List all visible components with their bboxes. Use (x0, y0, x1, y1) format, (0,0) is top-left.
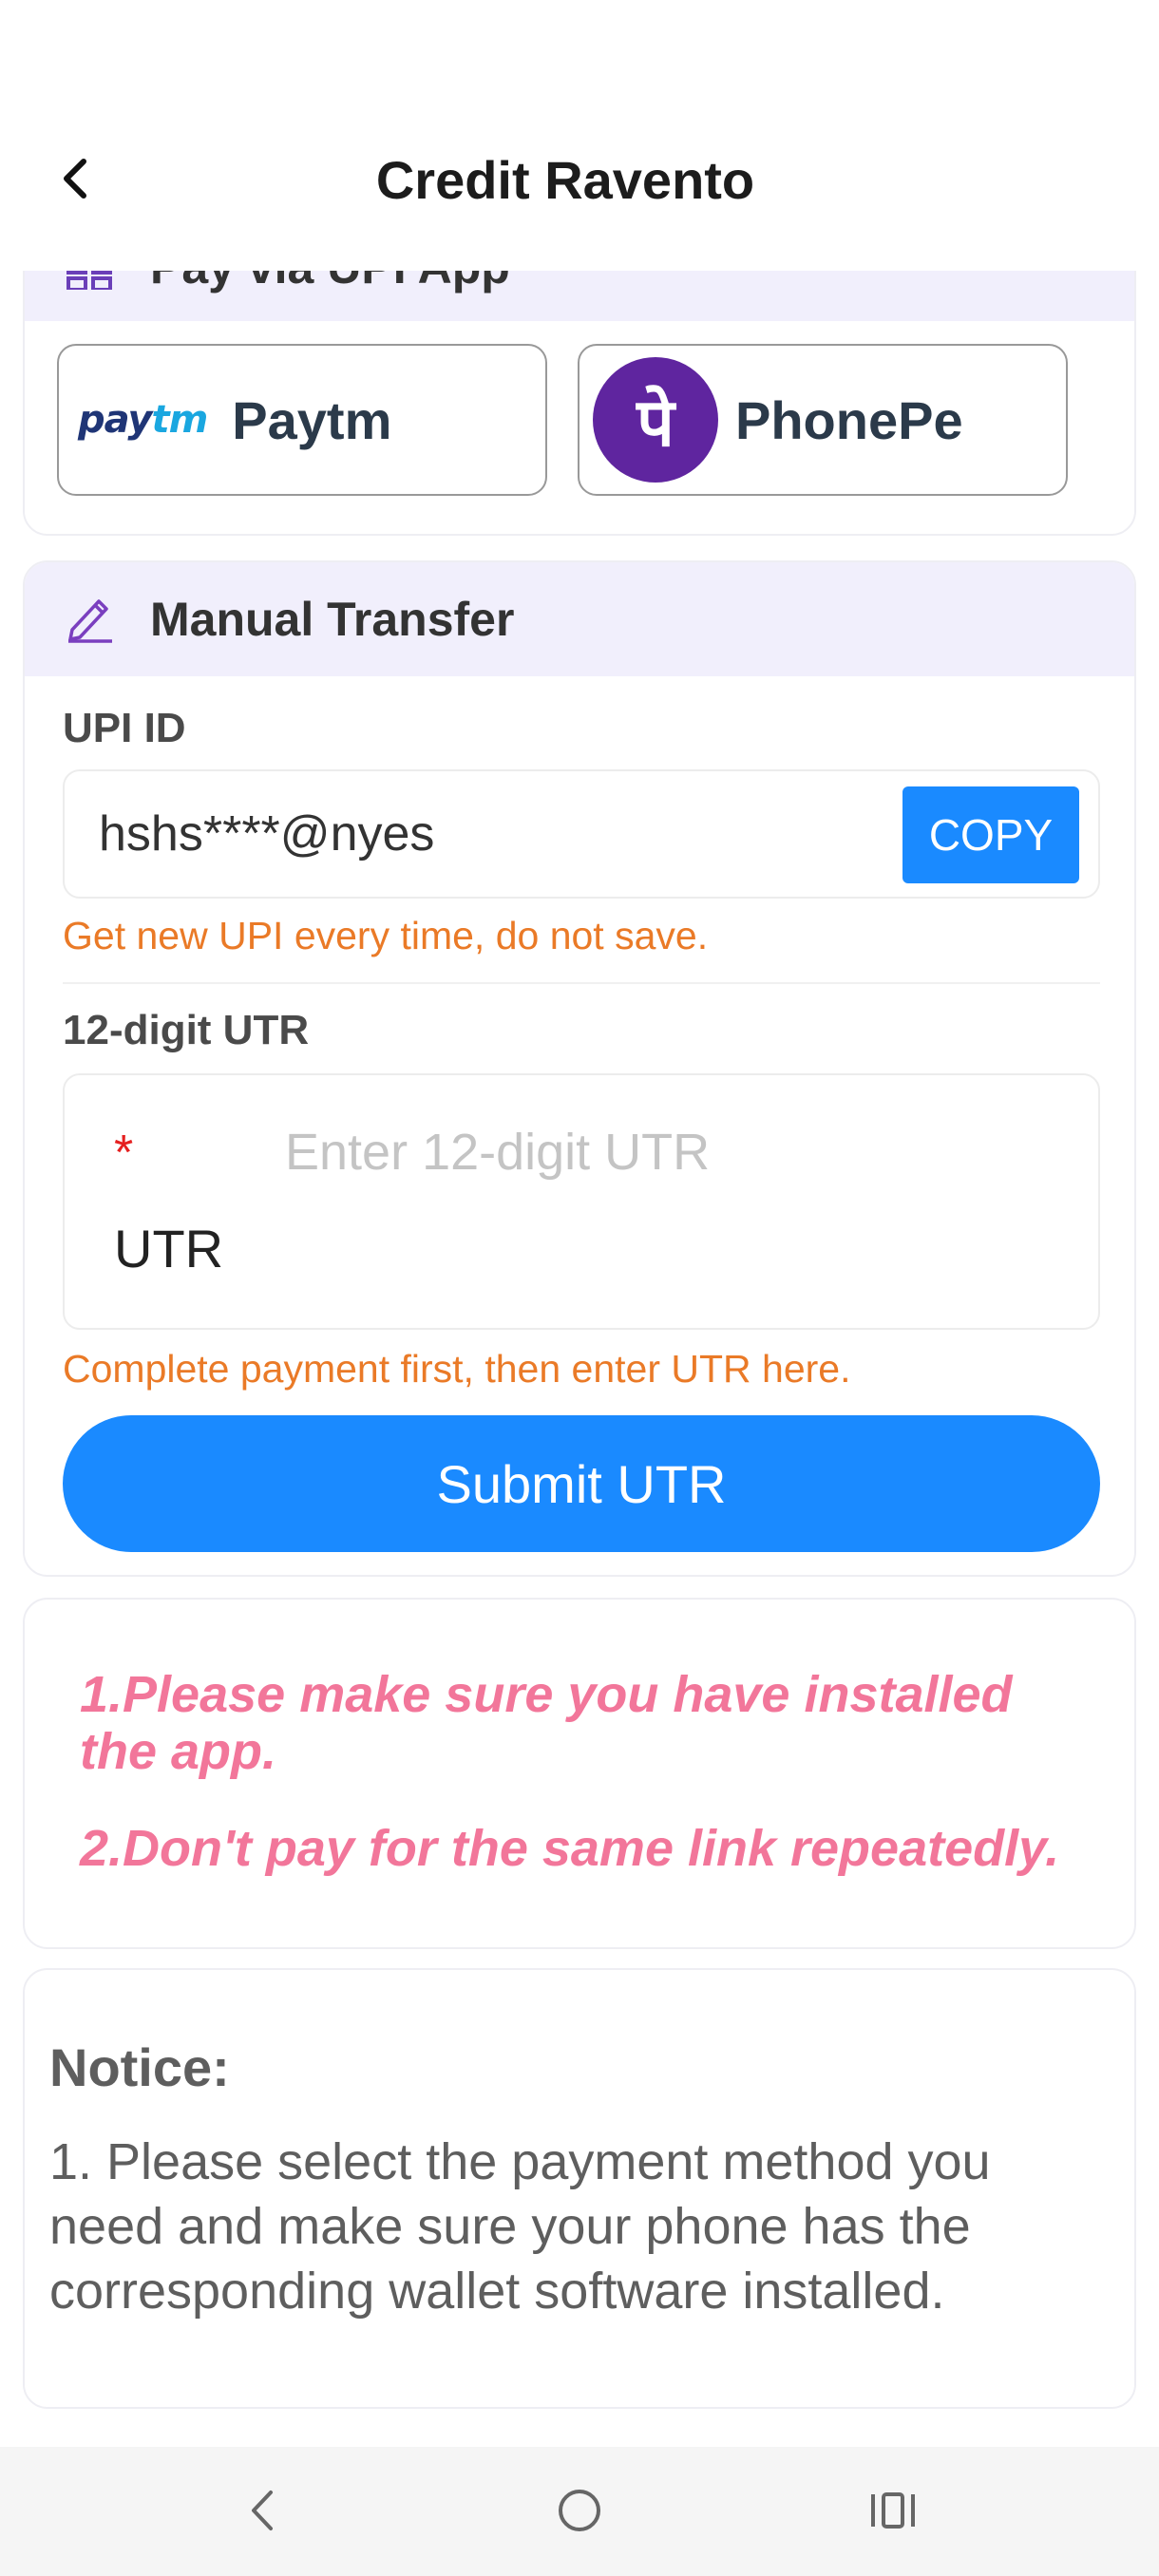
notice-title: Notice: (49, 2037, 230, 2097)
page-title: Credit Ravento (375, 150, 755, 210)
copy-button[interactable]: COPY (902, 786, 1079, 883)
upi-hint: Get new UPI every time, do not save. (63, 914, 709, 957)
paytm-label: Paytm (232, 389, 392, 450)
paytm-logo: paytm (78, 398, 208, 442)
upi-id-field: hshs****@nyes COPY (63, 769, 1100, 899)
utr-field-label: UTR (114, 1219, 224, 1279)
back-nav-icon (242, 2487, 280, 2539)
app-header: Credit Ravento (0, 0, 1159, 271)
manual-transfer-heading: Manual Transfer (150, 593, 515, 646)
home-nav-icon (556, 2487, 603, 2539)
utr-label: 12-digit UTR (63, 1007, 310, 1053)
home-nav-button[interactable] (546, 2479, 613, 2546)
utr-hint: Complete payment first, then enter UTR h… (63, 1347, 851, 1391)
submit-utr-button[interactable]: Submit UTR (63, 1415, 1100, 1552)
recents-nav-button[interactable] (860, 2479, 926, 2546)
utr-input[interactable]: * Enter 12-digit UTR UTR (63, 1073, 1100, 1330)
pencil-icon (65, 592, 116, 648)
phonepe-label: PhonePe (735, 389, 963, 450)
divider (63, 982, 1100, 984)
warning-line-2: 2.Don't pay for the same link repeatedly… (80, 1820, 1060, 1877)
notice-card: Notice: 1. Please select the payment met… (23, 1968, 1136, 2409)
upi-id-label: UPI ID (63, 705, 186, 751)
recents-nav-icon (867, 2489, 919, 2537)
upi-id-value: hshs****@nyes (99, 806, 435, 862)
warning-card: 1.Please make sure you have installed th… (23, 1598, 1136, 1949)
notice-text: 1. Please select the payment method you … (49, 2133, 991, 2320)
back-nav-button[interactable] (228, 2479, 294, 2546)
warning-line-1: 1.Please make sure you have installed th… (80, 1666, 1013, 1780)
phonepe-button[interactable]: पे PhonePe (578, 344, 1068, 496)
manual-transfer-header: Manual Transfer (25, 562, 1134, 676)
paytm-button[interactable]: paytm Paytm (57, 344, 547, 496)
navigation-bar (0, 2447, 1159, 2576)
required-marker: * (114, 1126, 134, 1181)
utr-placeholder: Enter 12-digit UTR (285, 1124, 711, 1181)
phonepe-logo: पे (593, 357, 718, 483)
manual-transfer-card: Manual Transfer UPI ID hshs****@nyes COP… (23, 560, 1136, 1577)
